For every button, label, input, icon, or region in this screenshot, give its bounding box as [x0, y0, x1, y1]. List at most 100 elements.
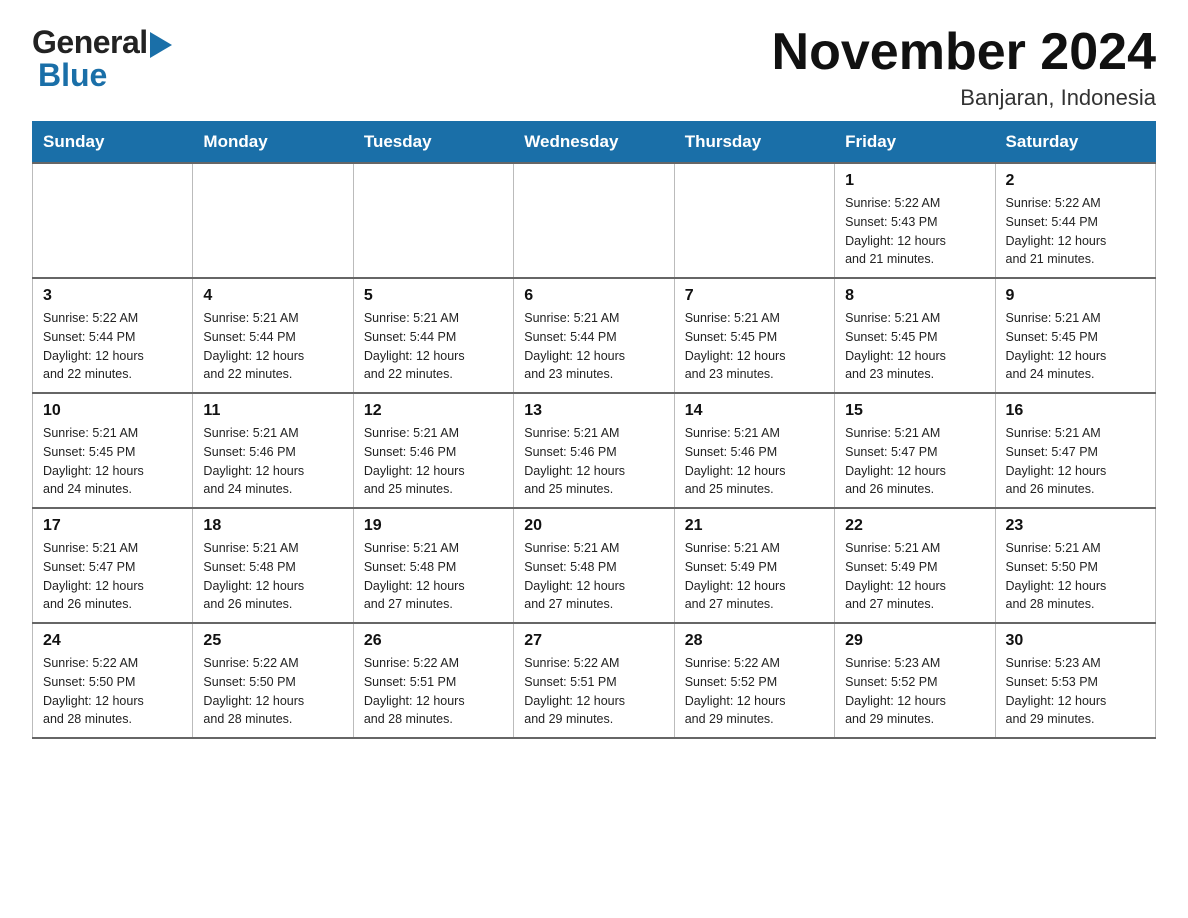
day-number: 19: [364, 517, 503, 535]
day-info: Sunrise: 5:21 AMSunset: 5:48 PMDaylight:…: [203, 539, 342, 614]
calendar-cell: [674, 163, 834, 278]
calendar-cell: 5 Sunrise: 5:21 AMSunset: 5:44 PMDaylight…: [353, 278, 513, 393]
day-info: Sunrise: 5:22 AMSunset: 5:51 PMDaylight:…: [524, 654, 663, 729]
day-info: Sunrise: 5:23 AMSunset: 5:53 PMDaylight:…: [1006, 654, 1145, 729]
day-info: Sunrise: 5:21 AMSunset: 5:46 PMDaylight:…: [685, 424, 824, 499]
header-friday: Friday: [835, 122, 995, 164]
header-sunday: Sunday: [33, 122, 193, 164]
day-info: Sunrise: 5:22 AMSunset: 5:50 PMDaylight:…: [203, 654, 342, 729]
day-info: Sunrise: 5:22 AMSunset: 5:50 PMDaylight:…: [43, 654, 182, 729]
header-thursday: Thursday: [674, 122, 834, 164]
calendar-cell: 28 Sunrise: 5:22 AMSunset: 5:52 PMDayligh…: [674, 623, 834, 738]
day-number: 30: [1006, 632, 1145, 650]
day-number: 2: [1006, 172, 1145, 190]
calendar-cell: 14Sunrise: 5:21 AMSunset: 5:46 PMDayligh…: [674, 393, 834, 508]
day-number: 9: [1006, 287, 1145, 305]
calendar-cell: 16 Sunrise: 5:21 AMSunset: 5:47 PMDayligh…: [995, 393, 1155, 508]
day-info: Sunrise: 5:21 AMSunset: 5:47 PMDaylight:…: [845, 424, 984, 499]
calendar-cell: 22 Sunrise: 5:21 AMSunset: 5:49 PMDayligh…: [835, 508, 995, 623]
calendar-week-row: 10 Sunrise: 5:21 AMSunset: 5:45 PMDayligh…: [33, 393, 1156, 508]
day-info: Sunrise: 5:21 AMSunset: 5:48 PMDaylight:…: [364, 539, 503, 614]
day-info: Sunrise: 5:21 AMSunset: 5:46 PMDaylight:…: [364, 424, 503, 499]
day-info: Sunrise: 5:21 AMSunset: 5:44 PMDaylight:…: [524, 309, 663, 384]
day-number: 20: [524, 517, 663, 535]
logo-arrow-icon: [150, 32, 172, 58]
day-info: Sunrise: 5:22 AMSunset: 5:44 PMDaylight:…: [43, 309, 182, 384]
day-number: 28: [685, 632, 824, 650]
day-number: 13: [524, 402, 663, 420]
day-info: Sunrise: 5:21 AMSunset: 5:47 PMDaylight:…: [1006, 424, 1145, 499]
day-number: 26: [364, 632, 503, 650]
day-info: Sunrise: 5:21 AMSunset: 5:45 PMDaylight:…: [845, 309, 984, 384]
calendar-cell: 30 Sunrise: 5:23 AMSunset: 5:53 PMDayligh…: [995, 623, 1155, 738]
day-number: 24: [43, 632, 182, 650]
logo-blue-text: Blue: [38, 57, 107, 94]
calendar-cell: 18 Sunrise: 5:21 AMSunset: 5:48 PMDayligh…: [193, 508, 353, 623]
calendar-cell: 11 Sunrise: 5:21 AMSunset: 5:46 PMDayligh…: [193, 393, 353, 508]
calendar-cell: [33, 163, 193, 278]
calendar-cell: 17Sunrise: 5:21 AMSunset: 5:47 PMDayligh…: [33, 508, 193, 623]
day-number: 11: [203, 402, 342, 420]
calendar-cell: 1Sunrise: 5:22 AMSunset: 5:43 PMDaylight…: [835, 163, 995, 278]
calendar-cell: 13 Sunrise: 5:21 AMSunset: 5:46 PMDayligh…: [514, 393, 674, 508]
day-info: Sunrise: 5:21 AMSunset: 5:45 PMDaylight:…: [685, 309, 824, 384]
day-number: 25: [203, 632, 342, 650]
page-header: General Blue November 2024 Banjaran, Ind…: [32, 24, 1156, 111]
day-number: 18: [203, 517, 342, 535]
calendar-cell: 27Sunrise: 5:22 AMSunset: 5:51 PMDayligh…: [514, 623, 674, 738]
calendar-cell: 29Sunrise: 5:23 AMSunset: 5:52 PMDayligh…: [835, 623, 995, 738]
day-number: 4: [203, 287, 342, 305]
day-info: Sunrise: 5:21 AMSunset: 5:47 PMDaylight:…: [43, 539, 182, 614]
day-info: Sunrise: 5:21 AMSunset: 5:46 PMDaylight:…: [524, 424, 663, 499]
day-number: 8: [845, 287, 984, 305]
logo-general-text: General: [32, 24, 148, 61]
day-info: Sunrise: 5:21 AMSunset: 5:49 PMDaylight:…: [685, 539, 824, 614]
logo: General Blue: [32, 24, 172, 94]
day-info: Sunrise: 5:21 AMSunset: 5:45 PMDaylight:…: [43, 424, 182, 499]
header-saturday: Saturday: [995, 122, 1155, 164]
calendar-title: November 2024: [772, 24, 1156, 81]
calendar-cell: 4Sunrise: 5:21 AMSunset: 5:44 PMDaylight…: [193, 278, 353, 393]
day-number: 12: [364, 402, 503, 420]
calendar-cell: 8 Sunrise: 5:21 AMSunset: 5:45 PMDaylight…: [835, 278, 995, 393]
day-number: 6: [524, 287, 663, 305]
day-info: Sunrise: 5:21 AMSunset: 5:46 PMDaylight:…: [203, 424, 342, 499]
weekday-header-row: Sunday Monday Tuesday Wednesday Thursday…: [33, 122, 1156, 164]
calendar-cell: 23Sunrise: 5:21 AMSunset: 5:50 PMDayligh…: [995, 508, 1155, 623]
calendar-cell: 26 Sunrise: 5:22 AMSunset: 5:51 PMDayligh…: [353, 623, 513, 738]
calendar-week-row: 3 Sunrise: 5:22 AMSunset: 5:44 PMDaylight…: [33, 278, 1156, 393]
day-info: Sunrise: 5:22 AMSunset: 5:51 PMDaylight:…: [364, 654, 503, 729]
day-info: Sunrise: 5:22 AMSunset: 5:43 PMDaylight:…: [845, 194, 984, 269]
calendar-cell: 2 Sunrise: 5:22 AMSunset: 5:44 PMDaylight…: [995, 163, 1155, 278]
day-number: 16: [1006, 402, 1145, 420]
day-info: Sunrise: 5:21 AMSunset: 5:45 PMDaylight:…: [1006, 309, 1145, 384]
calendar-week-row: 24 Sunrise: 5:22 AMSunset: 5:50 PMDayligh…: [33, 623, 1156, 738]
day-info: Sunrise: 5:21 AMSunset: 5:44 PMDaylight:…: [364, 309, 503, 384]
day-number: 5: [364, 287, 503, 305]
day-number: 10: [43, 402, 182, 420]
calendar-cell: 20 Sunrise: 5:21 AMSunset: 5:48 PMDayligh…: [514, 508, 674, 623]
calendar-subtitle: Banjaran, Indonesia: [772, 85, 1156, 111]
day-number: 21: [685, 517, 824, 535]
calendar-cell: 21 Sunrise: 5:21 AMSunset: 5:49 PMDayligh…: [674, 508, 834, 623]
header-tuesday: Tuesday: [353, 122, 513, 164]
day-info: Sunrise: 5:22 AMSunset: 5:52 PMDaylight:…: [685, 654, 824, 729]
calendar-cell: 24 Sunrise: 5:22 AMSunset: 5:50 PMDayligh…: [33, 623, 193, 738]
header-wednesday: Wednesday: [514, 122, 674, 164]
calendar-cell: [353, 163, 513, 278]
calendar-cell: 6 Sunrise: 5:21 AMSunset: 5:44 PMDaylight…: [514, 278, 674, 393]
calendar-cell: 9 Sunrise: 5:21 AMSunset: 5:45 PMDaylight…: [995, 278, 1155, 393]
day-number: 15: [845, 402, 984, 420]
day-info: Sunrise: 5:21 AMSunset: 5:48 PMDaylight:…: [524, 539, 663, 614]
day-info: Sunrise: 5:21 AMSunset: 5:49 PMDaylight:…: [845, 539, 984, 614]
calendar-cell: [193, 163, 353, 278]
header-monday: Monday: [193, 122, 353, 164]
calendar-cell: 15 Sunrise: 5:21 AMSunset: 5:47 PMDayligh…: [835, 393, 995, 508]
day-number: 23: [1006, 517, 1145, 535]
calendar-cell: 25 Sunrise: 5:22 AMSunset: 5:50 PMDayligh…: [193, 623, 353, 738]
day-number: 22: [845, 517, 984, 535]
day-info: Sunrise: 5:22 AMSunset: 5:44 PMDaylight:…: [1006, 194, 1145, 269]
day-number: 3: [43, 287, 182, 305]
calendar-week-row: 1Sunrise: 5:22 AMSunset: 5:43 PMDaylight…: [33, 163, 1156, 278]
calendar-title-block: November 2024 Banjaran, Indonesia: [772, 24, 1156, 111]
